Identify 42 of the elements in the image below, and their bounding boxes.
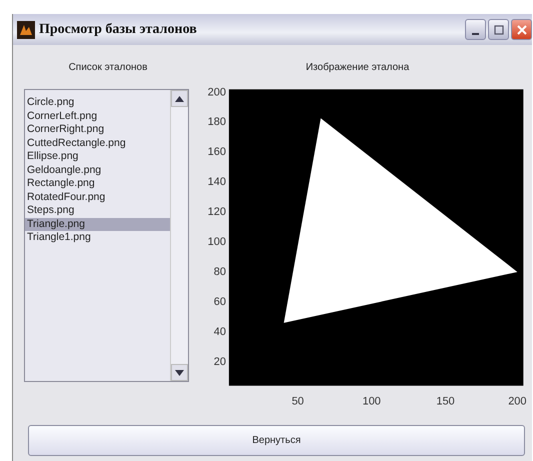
tick-label: 80 [213,266,226,278]
caret-up-icon [174,96,184,102]
minimize-icon [472,32,479,34]
list-heading: Список эталонов [68,62,148,72]
image-heading: Изображение эталона [304,62,410,72]
tick-label: 140 [207,176,226,188]
maximize-button[interactable] [488,19,509,40]
tick-label: 200 [508,396,526,408]
list-item[interactable]: RotatedFour.png [25,190,170,204]
tick-label: 120 [207,206,226,218]
tick-label: 150 [436,396,454,408]
file-list[interactable]: Circle.png CornerLeft.png CornerRight.png CuttedRectangle.png Ellipse.png Geldoangle.png Rectangle.png RotatedFour.png Steps.png Triangle.png Triangle1.png [24,89,189,382]
list-item[interactable]: Circle.png [25,96,170,110]
tick-label: 20 [213,356,226,368]
tick-label: 100 [362,396,380,408]
list-item[interactable]: Triangle.png [25,218,170,231]
scroll-down-button[interactable] [170,364,188,381]
minimize-button[interactable] [465,19,486,40]
scroll-up-button[interactable] [170,90,188,107]
list-item[interactable]: Rectangle.png [25,177,170,190]
tick-label: 40 [213,326,226,338]
list-item[interactable]: Triangle1.png [25,231,170,244]
list-item[interactable]: Steps.png [25,204,170,218]
tick-label: 100 [207,236,226,248]
list-item[interactable]: CornerLeft.png [25,110,170,123]
scrollbar[interactable] [170,90,188,381]
caret-down-icon [174,370,184,376]
close-icon [516,24,526,34]
window-title: Просмотр базы эталонов [39,22,198,38]
tick-label: 60 [213,296,226,308]
app-icon [17,20,35,38]
list-item[interactable]: Geldoangle.png [25,164,170,177]
back-button[interactable]: Вернуться [28,425,525,456]
close-button[interactable] [511,19,532,40]
list-item[interactable]: CornerRight.png [25,123,170,136]
tick-label: 50 [291,396,304,408]
tick-label: 200 [207,87,226,98]
tick-label: 180 [207,116,226,128]
list-item[interactable]: Ellipse.png [25,150,170,164]
list-item[interactable]: CuttedRectangle.png [25,136,170,150]
tick-label: 160 [207,146,226,158]
maximize-icon [494,24,504,34]
